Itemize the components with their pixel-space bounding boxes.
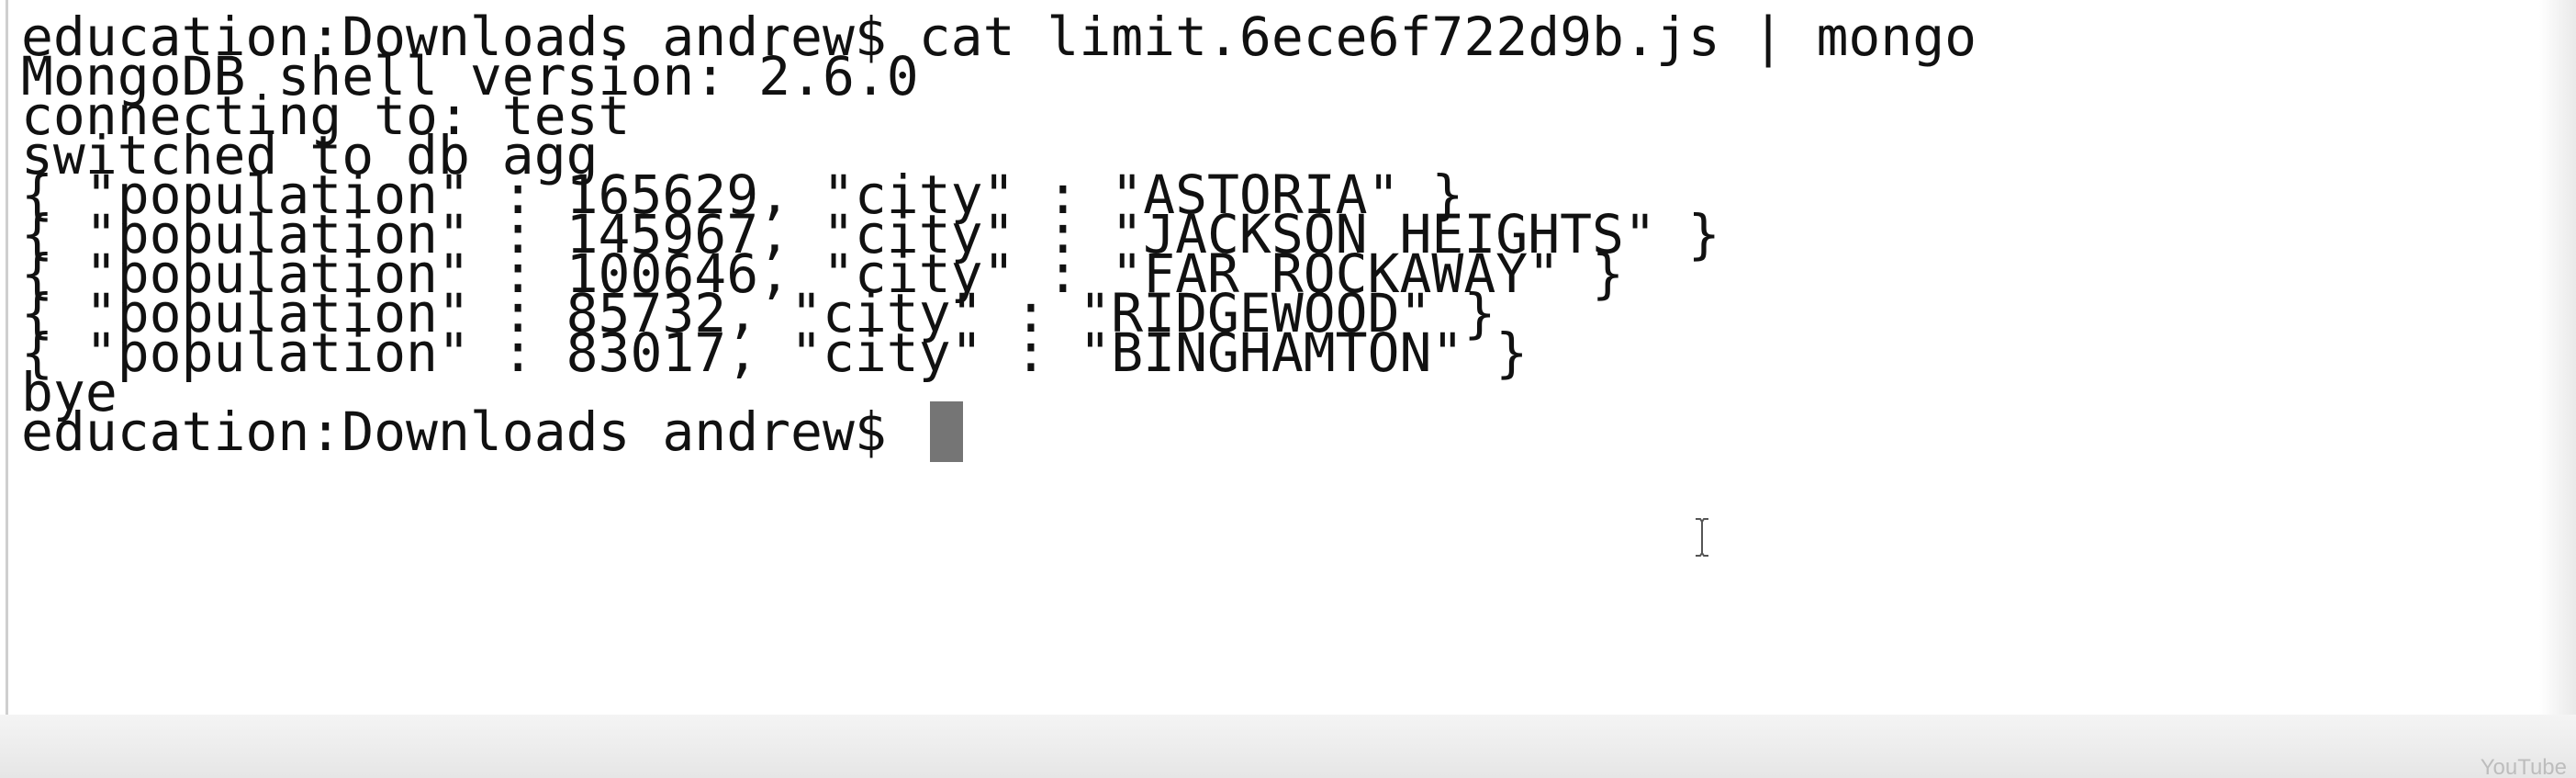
ibeam-icon: [1696, 518, 1708, 557]
bottom-bar: [0, 715, 2576, 778]
terminal-screen[interactable]: education:Downloads andrew$ cat limit.6e…: [6, 0, 2542, 778]
text-cursor-icon: [929, 401, 963, 462]
prompt-line[interactable]: education:Downloads andrew$: [21, 397, 963, 467]
window-edge: [2539, 0, 2576, 778]
prompt-text: education:Downloads andrew$: [21, 400, 919, 463]
terminal-window[interactable]: education:Downloads andrew$ cat limit.6e…: [0, 0, 2576, 778]
video-watermark: YouTube: [2480, 755, 2567, 778]
result-line: { "population" : 83017, "city" : "BINGHA…: [21, 321, 1529, 384]
